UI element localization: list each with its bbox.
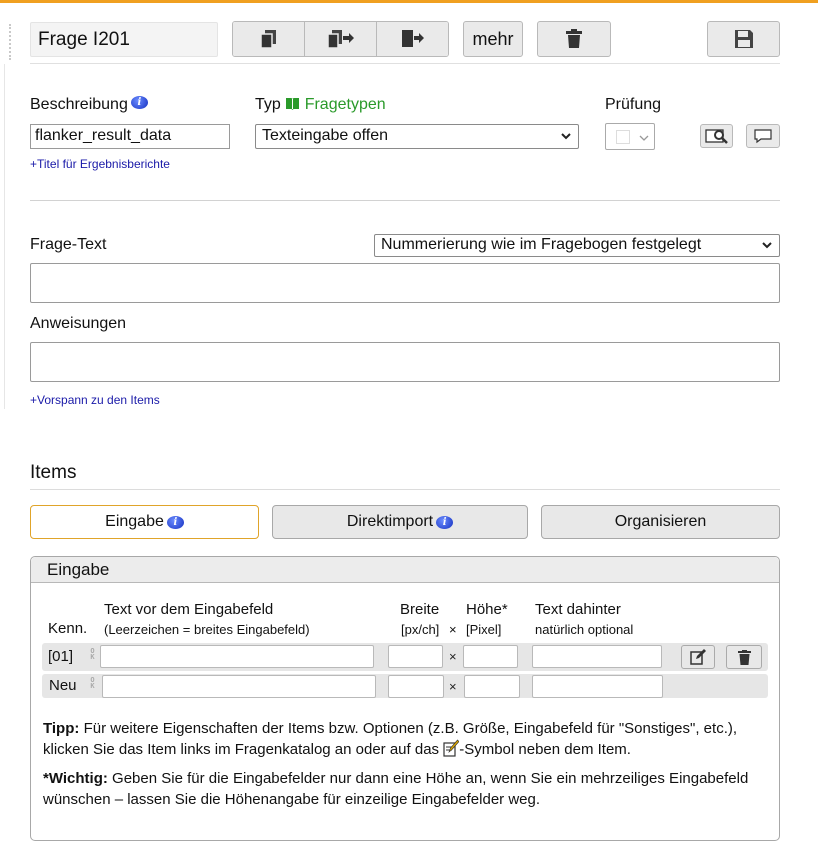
items-heading: Items xyxy=(30,462,77,483)
width-input[interactable] xyxy=(388,645,443,668)
edit-item-symbol-icon xyxy=(443,739,460,757)
copy-to-icon xyxy=(326,30,354,49)
question-text-field[interactable] xyxy=(30,263,780,303)
width-input[interactable] xyxy=(388,675,444,698)
tab-eingabe[interactable]: Eingabe i xyxy=(30,505,259,539)
ok-status-icon: OK xyxy=(90,647,95,661)
description-input[interactable]: flanker_result_data xyxy=(30,124,230,149)
move-icon xyxy=(401,30,424,47)
text-after-input[interactable] xyxy=(532,675,663,698)
col-width-unit: [px/ch] xyxy=(401,622,440,637)
chevron-down-icon xyxy=(762,242,772,249)
copy-move-button-group xyxy=(232,21,449,57)
times-sign: × xyxy=(449,649,457,664)
tab-direktimport[interactable]: Direktimport i xyxy=(272,505,528,539)
important-text: *Wichtig: Geben Sie für die Eingabefelde… xyxy=(43,768,768,810)
tip-text-part-2: -Symbol neben dem Item. xyxy=(459,741,631,758)
row-id: [01] xyxy=(48,648,74,665)
tab-eingabe-label: Eingabe xyxy=(105,513,164,530)
tab-organisieren[interactable]: Organisieren xyxy=(541,505,780,539)
edit-item-button[interactable] xyxy=(681,645,715,669)
col-text-after-hint: natürlich optional xyxy=(535,622,634,637)
numbering-select[interactable]: Nummerierung wie im Fragebogen festgeleg… xyxy=(374,234,780,257)
header-divider xyxy=(30,63,780,64)
delete-question-button[interactable] xyxy=(537,21,611,57)
question-type-select[interactable]: Texteingabe offen xyxy=(255,124,579,149)
comment-icon xyxy=(754,129,772,144)
question-text-label: Frage-Text xyxy=(30,236,107,253)
move-button[interactable] xyxy=(377,22,448,56)
col-id-header: Kenn. xyxy=(48,620,88,637)
save-icon xyxy=(734,30,753,48)
col-times-header: × xyxy=(449,622,457,637)
info-icon[interactable]: i xyxy=(436,515,454,529)
ok-status-icon: OK xyxy=(90,676,95,690)
info-icon[interactable]: i xyxy=(130,96,148,109)
description-label-text: Beschreibung xyxy=(30,96,128,113)
type-label: Typ Fragetypen xyxy=(255,96,386,114)
important-label: *Wichtig: xyxy=(43,770,108,787)
important-text-body: Geben Sie für die Eingabefelder nur dann… xyxy=(43,770,749,808)
row-id: Neu xyxy=(49,677,77,694)
question-types-link[interactable]: Fragetypen xyxy=(305,96,386,113)
instructions-label: Anweisungen xyxy=(30,315,127,332)
input-panel-title: Eingabe xyxy=(31,557,779,583)
copy-icon xyxy=(259,30,276,49)
question-title: Frage I201 xyxy=(30,22,218,57)
col-height-header: Höhe* xyxy=(466,601,508,618)
title-for-reports-link[interactable]: +Titel für Ergebnisberichte xyxy=(30,157,170,171)
col-text-before-header: Text vor dem Eingabefeld xyxy=(104,601,274,618)
magnifier-icon xyxy=(704,129,728,144)
section-divider xyxy=(30,200,780,201)
check-label: Prüfung xyxy=(605,96,662,113)
height-input[interactable] xyxy=(463,645,518,668)
chevron-down-icon xyxy=(561,133,571,140)
copy-button[interactable] xyxy=(233,22,305,56)
tip-text: Tipp: Für weitere Eigenschaften der Item… xyxy=(43,718,768,760)
col-text-after-header: Text dahinter xyxy=(535,601,621,618)
trash-icon xyxy=(566,29,582,48)
preview-button[interactable] xyxy=(700,124,733,148)
text-before-input[interactable] xyxy=(102,675,376,698)
numbering-select-value: Nummerierung wie im Fragebogen festgeleg… xyxy=(381,236,702,253)
times-sign: × xyxy=(449,679,457,694)
info-icon[interactable]: i xyxy=(166,515,184,529)
items-intro-link[interactable]: +Vorspann zu den Items xyxy=(30,393,160,407)
tip-text-part-1: Für weitere Eigenschaften der Items bzw.… xyxy=(43,720,738,758)
delete-item-button[interactable] xyxy=(726,645,762,669)
items-divider xyxy=(30,489,780,490)
col-height-unit: [Pixel] xyxy=(466,622,502,637)
height-input[interactable] xyxy=(464,675,520,698)
drag-handle[interactable] xyxy=(9,24,11,60)
instructions-field[interactable] xyxy=(30,342,780,382)
more-button-label: mehr xyxy=(472,28,514,49)
copy-to-button[interactable] xyxy=(305,22,377,56)
check-select[interactable] xyxy=(605,123,655,150)
book-icon xyxy=(286,98,300,110)
trash-icon xyxy=(737,649,751,665)
col-width-header: Breite xyxy=(400,601,440,618)
check-select-box xyxy=(616,130,630,144)
more-button[interactable]: mehr xyxy=(463,21,523,57)
text-before-input[interactable] xyxy=(100,645,374,668)
comment-button[interactable] xyxy=(746,124,780,148)
edit-icon xyxy=(690,649,706,665)
question-type-value: Texteingabe offen xyxy=(262,127,389,144)
top-accent-line xyxy=(0,0,818,3)
save-button[interactable] xyxy=(707,21,780,57)
description-label: Beschreibung i xyxy=(30,96,148,114)
chevron-down-icon xyxy=(639,135,649,141)
tab-direktimport-label: Direktimport xyxy=(346,513,434,530)
left-border xyxy=(4,64,5,409)
type-label-text: Typ xyxy=(255,96,281,113)
col-text-before-hint: (Leerzeichen = breites Eingabefeld) xyxy=(104,622,310,637)
text-after-input[interactable] xyxy=(532,645,662,668)
tip-label: Tipp: xyxy=(43,720,80,737)
tab-organisieren-label: Organisieren xyxy=(614,513,707,530)
